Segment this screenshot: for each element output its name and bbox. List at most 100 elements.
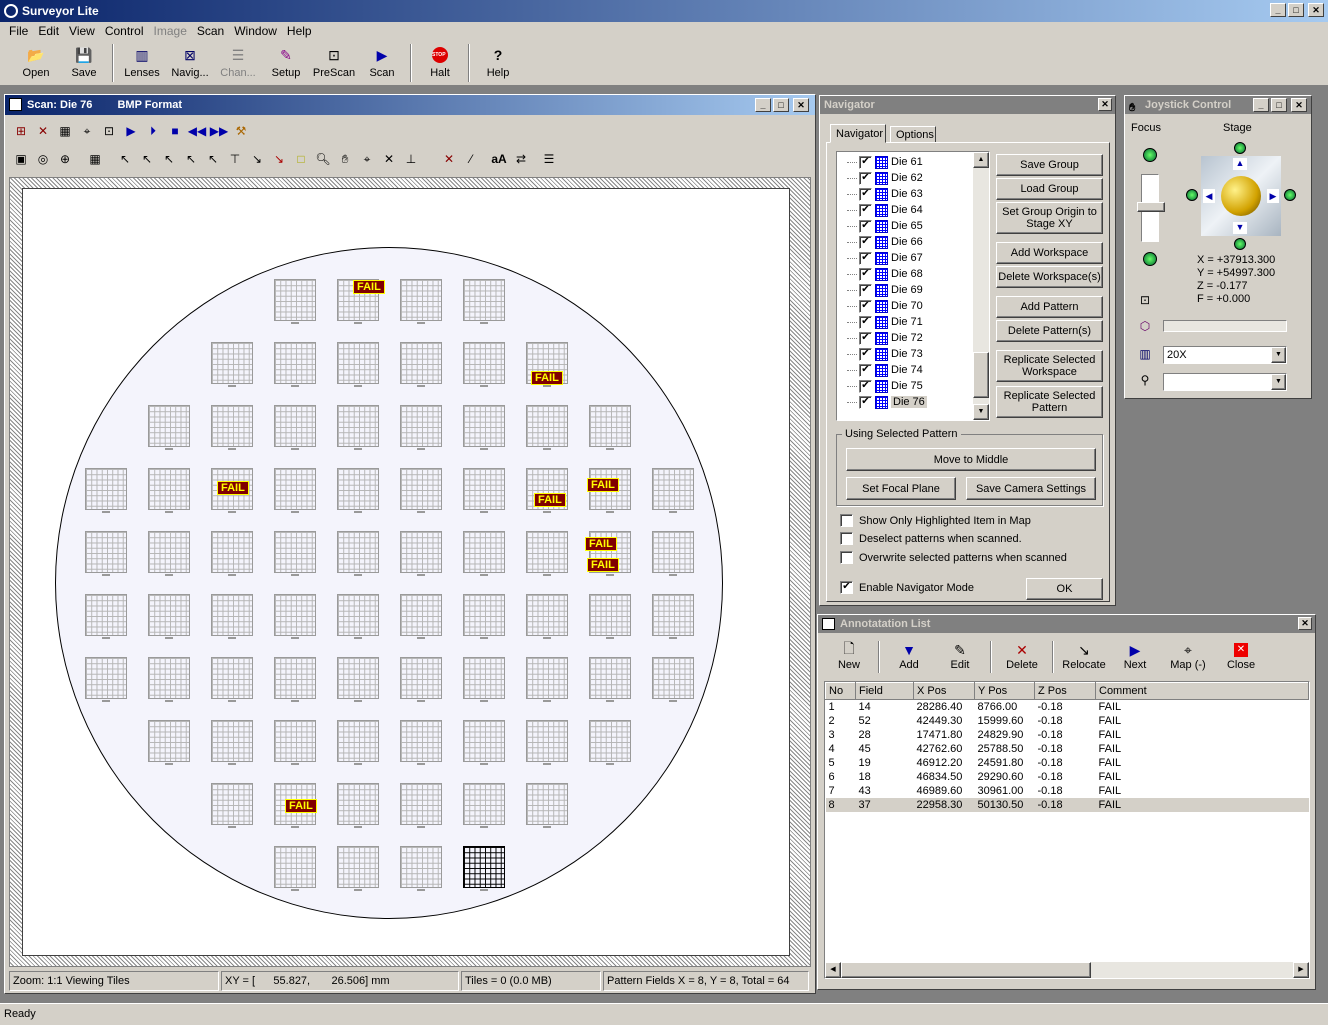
die-checkbox[interactable]: ✔ [859,267,872,281]
annotation-row[interactable]: 7 43 46989.60 30961.00 -0.18 FAIL [826,784,1309,798]
tree-item-die[interactable]: ✔ Die 72 [837,330,989,346]
annotation-row[interactable]: 2 52 42449.30 15999.60 -0.18 FAIL [826,714,1309,728]
overwrite-option[interactable]: Overwrite selected patterns when scanned [840,551,1067,564]
fail-marker[interactable]: FAIL [587,558,619,572]
die-tile[interactable] [400,657,442,703]
rectangle-icon[interactable]: □ [291,149,311,169]
die-tile[interactable] [85,594,127,640]
stage-fast-up-button[interactable] [1234,142,1246,154]
edit-annotation-button[interactable]: ✎ Edit [934,636,986,678]
die-tile[interactable] [337,405,379,451]
menu-file[interactable]: File [4,24,33,38]
die-tile[interactable] [85,657,127,703]
die-checkbox[interactable]: ✔ [859,283,872,297]
ruler-icon[interactable]: ⊥ [401,149,421,169]
cross-icon[interactable]: ✕ [379,149,399,169]
tree-scrollbar[interactable]: ▲ ▼ [973,152,989,420]
die-checkbox[interactable]: ✔ [859,379,872,393]
coordinate-icon[interactable]: ⌖ [77,121,97,141]
deselect-option[interactable]: Deselect patterns when scanned. [840,532,1022,545]
pointer-box-icon[interactable]: ↖ [137,149,157,169]
navigator-button[interactable]: ⊠ Navig... [166,42,214,84]
die-checkbox[interactable]: ✔ [859,171,872,185]
menu-help[interactable]: Help [282,24,317,38]
relocate-button[interactable]: ↘ Relocate [1058,636,1110,678]
annotation-row[interactable]: 8 37 22958.30 50130.50 -0.18 FAIL [825,797,1309,812]
stage-right-arrow-icon[interactable]: ▶ [1267,189,1279,203]
focus-up-button[interactable] [1143,148,1157,162]
new-annotation-button[interactable]: 🗋 New [824,636,874,678]
close-button[interactable]: ✕ [1308,3,1324,17]
menu-window[interactable]: Window [229,24,282,38]
fail-marker[interactable]: FAIL [587,478,619,492]
delete-annotation-button[interactable]: ✕ Delete [996,636,1048,678]
die-tile[interactable] [589,657,631,703]
joystick-maximize-button[interactable]: □ [1271,98,1287,112]
die-tile[interactable] [463,720,505,766]
die-checkbox[interactable]: ✔ [859,203,872,217]
die-tile[interactable] [211,657,253,703]
die-tile[interactable] [337,468,379,514]
die-tile[interactable] [400,783,442,829]
column-zpos[interactable]: Z Pos [1034,682,1096,700]
replicate-pattern-button[interactable]: Replicate Selected Pattern [996,386,1103,418]
map-button[interactable]: ⌖ Map (-) [1160,636,1216,678]
help-button[interactable]: ? Help [474,42,522,84]
die-tile[interactable] [148,594,190,640]
tree-item-die[interactable]: ✔ Die 63 [837,186,989,202]
stage-fast-right-button[interactable] [1284,189,1296,201]
scan-maximize-button[interactable]: □ [773,98,789,112]
joystick-close-button[interactable]: ✕ [1291,98,1307,112]
die-tile[interactable] [526,594,568,640]
swap-icon[interactable]: ⇄ [511,149,531,169]
minimize-button[interactable]: _ [1270,3,1286,17]
navigator-close-button[interactable]: ✕ [1098,98,1112,111]
joystick-minimize-button[interactable]: _ [1253,98,1269,112]
die-tile[interactable] [463,279,505,325]
load-group-button[interactable]: Load Group [996,178,1103,200]
die-tile[interactable] [652,468,694,514]
globe-icon[interactable]: ⊕ [55,149,75,169]
die-tile[interactable] [400,720,442,766]
die-tile[interactable] [400,405,442,451]
die-tile[interactable] [526,405,568,451]
tree-item-die[interactable]: ✔ Die 70 [837,298,989,314]
scan-minimize-button[interactable]: _ [755,98,771,112]
lens-dropdown-icon[interactable]: ▼ [1271,347,1286,363]
die-tile[interactable] [526,720,568,766]
annotation-row[interactable]: 5 19 46912.20 24591.80 -0.18 FAIL [826,756,1309,770]
focus-down-button[interactable] [1143,252,1157,266]
stop-icon[interactable]: ■ [165,121,185,141]
rewind-icon[interactable]: ◀◀ [187,121,207,141]
tree-item-die[interactable]: ✔ Die 64 [837,202,989,218]
scroll-left-icon[interactable]: ◀ [825,962,841,978]
channels-button[interactable]: ☰ Chan... [214,42,262,84]
menu-scan[interactable]: Scan [192,24,229,38]
stage-up-arrow-icon[interactable]: ▲ [1233,158,1247,170]
scroll-thumb[interactable] [973,352,989,398]
die-tile[interactable] [211,405,253,451]
die-tile[interactable] [463,342,505,388]
die-checkbox[interactable]: ✔ [859,219,872,233]
column-xpos[interactable]: X Pos [913,682,975,700]
die-tile[interactable] [526,783,568,829]
enable-navigator-checkbox[interactable]: ✔ [840,581,853,594]
die-checkbox[interactable]: ✔ [859,235,872,249]
close-list-button[interactable]: ✕ Close [1216,636,1266,678]
pointer-grid-icon[interactable]: ↖ [181,149,201,169]
delete-annotation-icon[interactable]: ✕ [439,149,459,169]
pointer-icon[interactable]: ↖ [115,149,135,169]
tab-navigator[interactable]: Navigator [830,124,886,143]
die-tile[interactable] [337,657,379,703]
fail-marker[interactable]: FAIL [534,493,566,507]
add-annotation-button[interactable]: ▼ Add [884,636,934,678]
tree-item-die[interactable]: ✔ Die 68 [837,266,989,282]
view-frame-icon[interactable]: ▣ [11,149,31,169]
set-group-origin-button[interactable]: Set Group Origin to Stage XY [996,202,1103,234]
die-tile[interactable] [274,846,316,892]
die-checkbox[interactable]: ✔ [859,299,872,313]
next-button[interactable]: ▶ Next [1110,636,1160,678]
lenses-button[interactable]: ▥ Lenses [118,42,166,84]
annotation-hscrollbar[interactable]: ◀ ▶ [825,962,1309,978]
scan-canvas[interactable]: FAIL FAIL FAIL FAIL FAIL FAIL FAIL FAIL [22,188,790,956]
